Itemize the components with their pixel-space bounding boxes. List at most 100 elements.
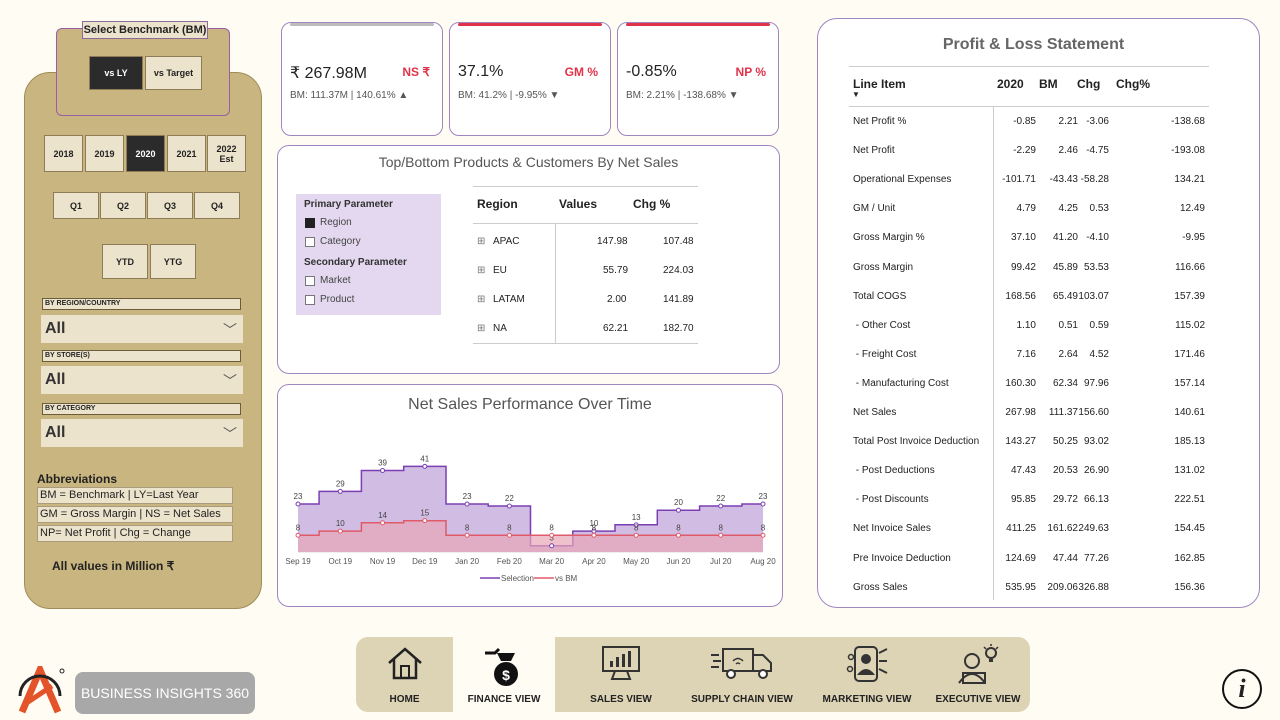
data-point[interactable]	[633, 532, 639, 538]
nav-finance-view[interactable]: $ FINANCE VIEW	[453, 637, 555, 712]
pl-header-chg[interactable]: Chg	[1077, 77, 1100, 91]
expand-icon[interactable]: ⊞	[477, 265, 485, 276]
data-label: 23	[759, 492, 768, 501]
nav-sales-view[interactable]: SALES VIEW	[566, 637, 676, 712]
nav-executive-view[interactable]: EXECUTIVE VIEW	[928, 637, 1028, 712]
data-point[interactable]	[337, 488, 343, 494]
data-point[interactable]	[380, 520, 386, 526]
pl-row[interactable]: Net Invoice Sales 411.25 161.62 249.63 154.4…	[853, 523, 1208, 543]
pl-row[interactable]: Gross Margin 99.42 45.89 53.53 116.66	[853, 262, 1208, 282]
abbreviation-item: BM = Benchmark | LY=Last Year	[37, 487, 233, 504]
year-2021-button[interactable]: 2021	[167, 135, 206, 172]
primary-parameter-title: Primary Parameter	[304, 199, 393, 210]
pl-value-chg-pct: 157.14	[1174, 377, 1205, 389]
primary-option-category[interactable]: Category	[305, 236, 361, 247]
secondary-option-product[interactable]: Product	[305, 294, 354, 305]
chevron-down-icon: ﹀	[223, 426, 237, 442]
year-2020-button[interactable]: 2020	[126, 135, 165, 172]
data-point[interactable]	[675, 532, 681, 538]
data-point[interactable]	[422, 518, 428, 524]
data-label: 29	[336, 479, 345, 488]
nav-marketing-view[interactable]: MARKETING VIEW	[812, 637, 922, 712]
data-point[interactable]	[549, 532, 555, 538]
pl-value-chg-pct: 222.51	[1174, 494, 1205, 506]
pl-row[interactable]: Gross Margin % 37.10 41.20 -4.10 -9.95	[853, 232, 1208, 252]
quarter-q1-button[interactable]: Q1	[53, 192, 99, 219]
pl-header-bm[interactable]: BM	[1039, 77, 1058, 91]
col-header-values[interactable]: Values	[559, 197, 597, 211]
expand-icon[interactable]: ⊞	[477, 294, 485, 305]
pl-line-item: - Post Discounts	[853, 494, 929, 506]
pl-row[interactable]: GM / Unit 4.79 4.25 0.53 12.49	[853, 203, 1208, 223]
data-point[interactable]	[549, 543, 555, 549]
year-2018-button[interactable]: 2018	[44, 135, 83, 172]
pl-value-bm: 2.46	[1058, 145, 1078, 157]
store-filter-dropdown[interactable]: All ﹀	[41, 366, 243, 394]
sort-desc-icon[interactable]: ▼	[852, 90, 860, 99]
data-point[interactable]	[718, 532, 724, 538]
quarter-q2-button[interactable]: Q2	[100, 192, 146, 219]
pl-row[interactable]: Gross Sales 535.95 209.06 326.88 156.36	[853, 582, 1208, 602]
bm-vs-ly-button[interactable]: vs LY	[89, 56, 143, 90]
info-icon[interactable]: i	[1222, 669, 1262, 709]
pl-row[interactable]: - Post Discounts 95.85 29.72 66.13 222.51	[853, 494, 1208, 514]
pl-header-chg-pct[interactable]: Chg%	[1116, 77, 1150, 91]
data-point[interactable]	[760, 532, 766, 538]
ytg-button[interactable]: YTG	[150, 244, 196, 279]
data-point[interactable]	[760, 501, 766, 507]
expand-icon[interactable]: ⊞	[477, 323, 485, 334]
data-point[interactable]	[295, 532, 301, 538]
data-point[interactable]	[422, 463, 428, 469]
pl-row[interactable]: - Post Deductions 47.43 20.53 26.90 131.02	[853, 465, 1208, 485]
data-point[interactable]	[506, 532, 512, 538]
data-point[interactable]	[718, 503, 724, 509]
pl-row[interactable]: - Manufacturing Cost 160.30 62.34 97.96 157.…	[853, 378, 1208, 398]
pl-row[interactable]: Net Profit -2.29 2.46 -4.75 -193.08	[853, 145, 1208, 165]
pl-row[interactable]: Total Post Invoice Deduction 143.27 50.25 9…	[853, 436, 1208, 456]
pl-row[interactable]: - Freight Cost 7.16 2.64 4.52 171.46	[853, 349, 1208, 369]
col-header-region[interactable]: Region	[477, 197, 518, 211]
expand-icon[interactable]: ⊞	[477, 236, 485, 247]
pl-row[interactable]: Pre Invoice Deduction 124.69 47.44 77.26 162…	[853, 553, 1208, 573]
pl-row[interactable]: Net Sales 267.98 111.37 156.60 140.61	[853, 407, 1208, 427]
nav-supply-chain-view[interactable]: SUPPLY CHAIN VIEW	[682, 637, 802, 712]
pl-row[interactable]: Operational Expenses -101.71 -43.43 -58.28 1…	[853, 174, 1208, 194]
pl-row[interactable]: - Other Cost 1.10 0.51 0.59 115.02	[853, 320, 1208, 340]
option-label: Region	[320, 217, 352, 228]
col-header-chg[interactable]: Chg %	[633, 197, 670, 211]
data-point[interactable]	[295, 501, 301, 507]
year-2022-est-button[interactable]: 2022 Est	[207, 135, 246, 172]
table-row[interactable]: ⊞ LATAM 2.00 141.89	[473, 294, 698, 323]
ytd-button[interactable]: YTD	[102, 244, 148, 279]
category-filter-dropdown[interactable]: All ﹀	[41, 419, 243, 447]
data-point[interactable]	[591, 532, 597, 538]
pl-header-line-item[interactable]: Line Item	[853, 77, 906, 91]
year-2019-button[interactable]: 2019	[85, 135, 124, 172]
data-point[interactable]	[337, 528, 343, 534]
table-row[interactable]: ⊞ EU 55.79 224.03	[473, 265, 698, 294]
table-row[interactable]: ⊞ NA 62.21 182.70	[473, 323, 698, 352]
data-point[interactable]	[506, 503, 512, 509]
region-filter-dropdown[interactable]: All ﹀	[41, 315, 243, 343]
pl-value-2020: 124.69	[1005, 552, 1036, 564]
quarter-q3-button[interactable]: Q3	[147, 192, 193, 219]
pl-header-year[interactable]: 2020	[997, 77, 1024, 91]
data-point[interactable]	[464, 532, 470, 538]
data-label: 8	[634, 523, 639, 532]
pl-value-2020: 160.30	[1005, 377, 1036, 389]
quarter-q4-button[interactable]: Q4	[194, 192, 240, 219]
data-point[interactable]	[675, 507, 681, 513]
table-row[interactable]: ⊞ APAC 147.98 107.48	[473, 236, 698, 265]
data-point[interactable]	[380, 468, 386, 474]
kpi-value: 37.1%	[458, 63, 504, 80]
data-label: 8	[296, 523, 301, 532]
data-label: 8	[676, 523, 681, 532]
secondary-option-market[interactable]: Market	[305, 275, 351, 286]
primary-option-region[interactable]: Region	[305, 217, 352, 228]
pl-value-bm: 62.34	[1052, 377, 1078, 389]
pl-row[interactable]: Total COGS 168.56 65.49 103.07 157.39	[853, 291, 1208, 311]
data-point[interactable]	[464, 501, 470, 507]
bm-vs-target-button[interactable]: vs Target	[145, 56, 202, 90]
pl-row[interactable]: Net Profit % -0.85 2.21 -3.06 -138.68	[853, 116, 1208, 136]
nav-home[interactable]: HOME	[356, 637, 453, 712]
